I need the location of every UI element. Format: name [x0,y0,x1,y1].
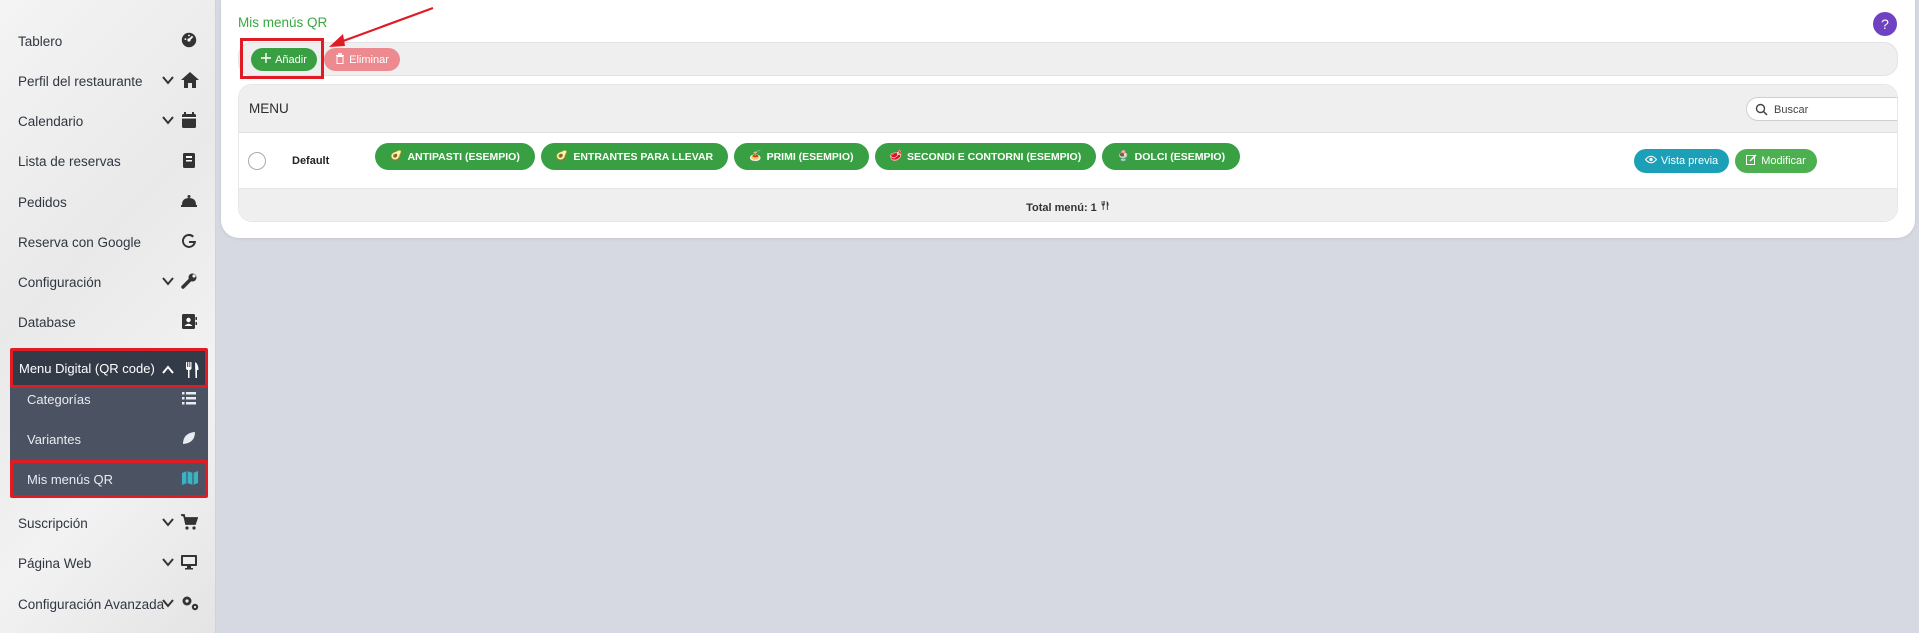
delete-button[interactable]: Eliminar [324,48,400,71]
avocado-icon: 🥑 [555,151,569,162]
sidebar-item-label: Configuración [18,274,102,290]
sidebar-item-pedidos[interactable]: Pedidos [0,182,216,222]
calendar-icon [180,111,200,131]
edit-icon [1746,154,1757,168]
edit-button-label: Modificar [1761,155,1806,167]
sidebar-item-label: Calendario [18,113,84,129]
sidebar-item-label: Suscripción [18,515,88,531]
total-count: Total menú: 1 [239,200,1897,214]
main-card: Mis menús QR ? Añadir Eliminar MENU Defa… [221,0,1915,238]
sidebar-item-label: Tablero [18,33,63,49]
preview-button[interactable]: Vista previa [1634,149,1729,173]
table-header: MENU [239,85,1897,133]
search-box [1746,97,1897,121]
sidebar-item-label: Reserva con Google [18,234,142,250]
utensils-icon [1100,201,1110,214]
row-select-radio[interactable] [248,152,266,170]
chevron-down-icon [161,113,177,129]
page-title: Mis menús QR [238,15,328,30]
sidebar-item-label: Página Web [18,555,92,571]
sidebar-subitem-mis-menus-qr[interactable]: Mis menús QR [10,460,208,498]
home-icon [180,71,200,91]
search-input[interactable] [1774,101,1897,118]
search-icon [1755,103,1768,116]
category-label: PRIMI (ESEMPIO) [766,150,854,163]
meat-icon: 🥩 [889,151,902,162]
dashboard-icon [180,31,200,51]
category-label: DOLCI (ESEMPIO) [1134,150,1226,163]
sidebar-item-label: Perfil del restaurante [18,73,143,89]
trash-icon [335,52,345,67]
edit-button[interactable]: Modificar [1735,149,1817,173]
category-pill[interactable]: 🍨 DOLCI (ESEMPIO) [1102,143,1241,170]
sidebar-item-label: Lista de reservas [18,153,121,169]
table-footer: Total menú: 1 [239,189,1897,221]
category-label: ANTIPASTI (ESEMPIO) [407,150,520,163]
sidebar-subitem-variantes[interactable]: Variantes [10,420,208,458]
monitor-icon [180,553,200,573]
category-pill[interactable]: 🍝 PRIMI (ESEMPIO) [734,143,869,170]
bell-icon [180,192,200,212]
chevron-down-icon [161,274,177,290]
category-pill[interactable]: 🥩 SECONDI E CONTORNI (ESEMPIO) [874,143,1097,170]
category-list: 🥑 ANTIPASTI (ESEMPIO) 🥑 ENTRANTES PARA LLE… [375,143,1241,170]
toolbar: Añadir Eliminar [238,42,1898,76]
sidebar-item-label: Database [18,314,76,330]
address-book-icon [180,312,200,332]
avocado-icon: 🥑 [390,151,403,162]
category-label: ENTRANTES PARA LLEVAR [573,150,714,163]
add-button[interactable]: Añadir [251,48,317,71]
sidebar-subitem-categorias[interactable]: Categorías [10,380,208,418]
sidebar-item-label: Pedidos [18,194,67,210]
category-pill[interactable]: 🥑 ANTIPASTI (ESEMPIO) [375,143,535,170]
sidebar-item-configuracion[interactable]: Configuración [0,262,216,302]
chevron-down-icon [161,555,177,571]
eye-icon [1644,155,1658,167]
wrench-icon [180,272,200,292]
sidebar-item-tablero[interactable]: Tablero [0,21,216,61]
category-label: SECONDI E CONTORNI (ESEMPIO) [906,150,1082,163]
utensils-icon [183,361,203,381]
ice-cream-icon: 🍨 [1117,151,1130,162]
sidebar-item-suscripcion[interactable]: Suscripción [0,503,216,543]
sidebar-item-database[interactable]: Database [0,302,216,342]
gears-icon [180,594,200,614]
menu-name: Default [292,155,330,167]
help-button[interactable]: ? [1873,12,1897,36]
sidebar-item-label: Configuración Avanzada [18,596,165,612]
sidebar-item-calendario[interactable]: Calendario [0,101,216,141]
sidebar-item-config-avanzada[interactable]: Configuración Avanzada [0,584,216,624]
plus-icon [261,53,272,66]
sidebar-item-google[interactable]: Reserva con Google [0,222,216,262]
chevron-up-icon [161,363,177,379]
sidebar-item-label: Menu Digital (QR code) [19,360,155,376]
sidebar-item-reservas[interactable]: Lista de reservas [0,141,216,181]
preview-button-label: Vista previa [1660,155,1719,167]
sidebar-item-perfil[interactable]: Perfil del restaurante [0,61,216,101]
column-header-menu: MENU [249,101,289,116]
google-icon [180,232,200,252]
sidebar-item-label: Mis menús QR [27,471,113,487]
leaf-icon [181,430,199,448]
delete-button-label: Eliminar [349,53,389,66]
book-icon [180,151,200,171]
pasta-icon: 🍝 [749,151,762,162]
cart-icon [180,513,200,533]
sidebar-item-pagina-web[interactable]: Página Web [0,543,216,583]
total-label: Total menú: 1 [1026,202,1097,214]
sidebar-item-label: Variantes [27,431,81,447]
chevron-down-icon [161,596,177,612]
map-icon [181,470,199,488]
chevron-down-icon [161,73,177,89]
list-icon [181,390,199,408]
chevron-down-icon [161,515,177,531]
menus-table: MENU Default 🥑 ANTIPASTI (ESEMPIO) 🥑 ENTRA… [238,84,1898,222]
category-pill[interactable]: 🥑 ENTRANTES PARA LLEVAR [540,143,729,170]
table-row: Default 🥑 ANTIPASTI (ESEMPIO) 🥑 ENTRANTES … [239,133,1897,189]
sidebar-item-label: Categorías [27,391,91,407]
sidebar: Tablero Perfil del restaurante Calendari… [0,0,216,633]
add-button-label: Añadir [275,53,307,66]
